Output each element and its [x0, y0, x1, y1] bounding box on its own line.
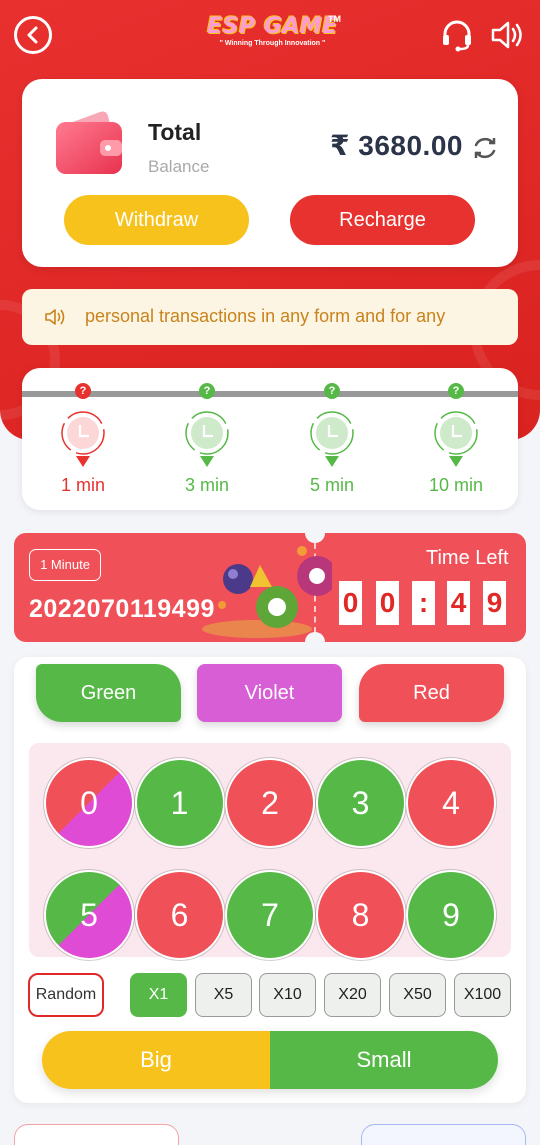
wallet-icon [56, 111, 122, 174]
number-ball-6[interactable]: 6 [136, 872, 223, 958]
back-button[interactable] [14, 16, 52, 54]
timer-label: 5 min [309, 475, 354, 495]
balance-amount: ₹ 3680.00 [330, 130, 463, 161]
random-button[interactable]: Random [28, 973, 104, 1017]
number-ball-9[interactable]: 9 [408, 872, 494, 958]
ticket-notch [305, 523, 325, 543]
countdown-digit: 4 [447, 581, 470, 625]
red-button[interactable]: Red [359, 664, 504, 722]
number-ball-3[interactable]: 3 [317, 760, 404, 846]
timer-option[interactable]: ? 10 min [401, 383, 511, 503]
multiplier-option[interactable]: X20 [324, 973, 381, 1017]
recharge-button[interactable]: Recharge [290, 195, 475, 245]
help-icon[interactable]: ? [324, 383, 340, 399]
notice-text: personal transactions in any form and fo… [85, 306, 446, 326]
refresh-icon[interactable] [472, 135, 498, 161]
timer-label: 3 min [184, 475, 229, 495]
logo-trademark: TM [328, 14, 341, 24]
multiplier-option[interactable]: X50 [389, 973, 446, 1017]
number-ball-0[interactable]: 0 [46, 760, 132, 846]
multiplier-option[interactable]: X5 [195, 973, 252, 1017]
countdown-digit: 9 [483, 581, 506, 625]
betting-panel: Green Violet Red 0123456789 Random X1 X5 X… [14, 657, 526, 1103]
number-ball-2[interactable]: 2 [227, 760, 313, 846]
bottom-tab-left[interactable] [14, 1124, 179, 1145]
countdown-digit: 0 [376, 581, 399, 625]
withdraw-button[interactable]: Withdraw [64, 195, 249, 245]
timer-label: 10 min [428, 475, 484, 495]
multiplier-option[interactable]: X1 [130, 973, 187, 1017]
countdown-separator: : [412, 581, 435, 625]
number-ball-5[interactable]: 5 [46, 872, 132, 958]
timer-option[interactable]: ? 1 min [28, 383, 138, 503]
clock-icon [434, 411, 478, 467]
clock-icon [185, 411, 229, 467]
speaker-icon[interactable] [490, 20, 526, 50]
multiplier-option[interactable]: X10 [259, 973, 316, 1017]
big-small-selector: Big Small [42, 1031, 498, 1089]
help-icon[interactable]: ? [448, 383, 464, 399]
lottery-balls-icon [202, 546, 332, 638]
help-icon[interactable]: ? [199, 383, 215, 399]
logo-tagline: " Winning Through Innovation " [219, 40, 326, 47]
period-number: 2022070119499 [29, 595, 215, 623]
total-title: Total [148, 119, 202, 145]
headset-icon[interactable] [440, 18, 474, 52]
round-card: 1 Minute 2022070119499 Time Left 00:49 [14, 523, 526, 652]
big-button[interactable]: Big [42, 1031, 270, 1089]
bottom-tab-right[interactable] [361, 1124, 526, 1145]
wallet-card: Total Balance ₹ 3680.00 Withdraw Recharg… [22, 79, 518, 267]
clock-icon [310, 411, 354, 467]
duration-badge: 1 Minute [29, 549, 101, 581]
top-bar: ESP GAME TM " Winning Through Innovation… [0, 0, 540, 72]
number-ball-7[interactable]: 7 [227, 872, 313, 958]
timer-option[interactable]: ? 5 min [277, 383, 387, 503]
countdown-digit: 0 [339, 581, 362, 625]
violet-button[interactable]: Violet [197, 664, 342, 722]
number-ball-8[interactable]: 8 [317, 872, 404, 958]
app-logo: ESP GAME TM " Winning Through Innovation… [200, 14, 345, 58]
number-board: 01234 56789 [29, 743, 511, 958]
logo-text: ESP GAME [207, 14, 338, 39]
timer-option[interactable]: ? 3 min [152, 383, 262, 503]
notice-bar: personal transactions in any form and fo… [22, 289, 518, 345]
time-left-label: Time Left [426, 547, 509, 569]
total-subtitle: Balance [148, 157, 210, 176]
timer-label: 1 min [60, 475, 105, 495]
chevron-left-circle-icon [27, 26, 38, 44]
green-button[interactable]: Green [36, 664, 181, 722]
multiplier-option[interactable]: X100 [454, 973, 511, 1017]
timer-selector: ? 1 min? 3 min? 5 min? 10 min [22, 368, 518, 510]
number-ball-4[interactable]: 4 [408, 760, 494, 846]
announcement-icon [45, 309, 65, 325]
help-icon[interactable]: ? [75, 383, 91, 399]
number-ball-1[interactable]: 1 [136, 760, 223, 846]
small-button[interactable]: Small [270, 1031, 498, 1089]
clock-icon [61, 411, 105, 467]
